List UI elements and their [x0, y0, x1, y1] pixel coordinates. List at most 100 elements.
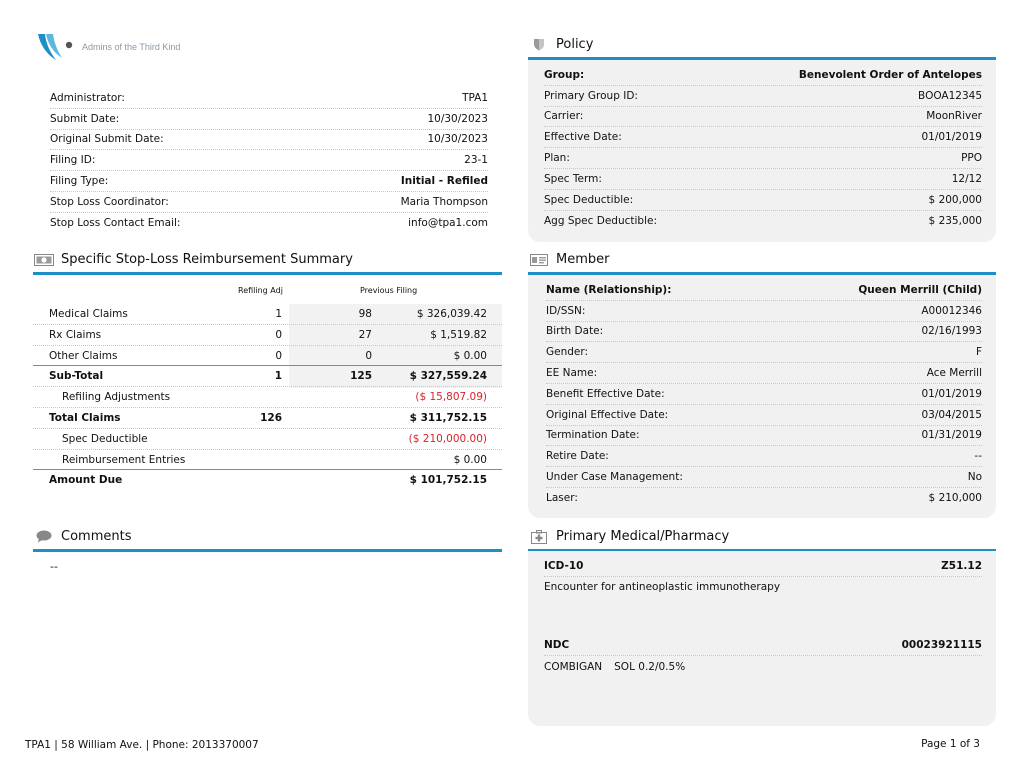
- filing-value[interactable]: info@tpa1.com: [408, 217, 488, 229]
- member-label: ID/SSN:: [546, 304, 586, 317]
- summary-row-previous-filing: 27: [358, 328, 372, 341]
- summary-row-label: Other Claims: [49, 349, 118, 362]
- summary-row-amount: ($ 15,807.09): [415, 391, 487, 404]
- member-row: Under Case Management: No: [546, 467, 982, 488]
- member-label: Name (Relationship):: [546, 283, 672, 296]
- member-label: EE Name:: [546, 367, 598, 380]
- member-row: Termination Date: 01/31/2019: [546, 426, 982, 447]
- summary-row-amount: $ 1,519.82: [430, 328, 487, 341]
- summary-row: Other Claims 0 0 $ 0.00: [33, 346, 502, 367]
- member-row: ID/SSN: A00012346: [546, 301, 982, 322]
- summary-row: Reimbursement Entries $ 0.00: [33, 450, 502, 471]
- policy-label: Carrier:: [544, 110, 584, 123]
- filing-label: Original Submit Date:: [50, 133, 164, 146]
- policy-row: Carrier: MoonRiver: [544, 107, 982, 128]
- money-icon: [33, 253, 55, 266]
- policy-value: $ 200,000: [928, 193, 982, 206]
- page-number: Page 1 of 3: [921, 738, 980, 750]
- icd-description: Encounter for antineoplastic immunothera…: [544, 581, 781, 594]
- member-value: 01/01/2019: [921, 387, 982, 400]
- logo-text: Admins of the Third Kind: [82, 42, 181, 52]
- filing-row: Filing ID: 23-1: [50, 150, 488, 172]
- filing-value: 10/30/2023: [427, 133, 488, 146]
- speech-bubble-icon: [33, 530, 55, 543]
- summary-row-label: Sub-Total: [49, 370, 104, 383]
- summary-table-body: Medical Claims 1 98 $ 326,039.42 Rx Claims 0 2…: [33, 304, 502, 491]
- summary-row: Total Claims 126 $ 311,752.15: [33, 408, 502, 429]
- medical-header: Primary Medical/Pharmacy: [528, 524, 996, 552]
- member-value: A00012346: [921, 304, 982, 317]
- summary-row-amount: $ 0.00: [453, 349, 487, 362]
- member-row: Benefit Effective Date: 01/01/2019: [546, 384, 982, 405]
- summary-row: Amount Due $ 101,752.15: [33, 470, 502, 491]
- summary-title: Specific Stop-Loss Reimbursement Summary: [61, 252, 353, 267]
- summary-row-label: Medical Claims: [49, 308, 128, 320]
- filing-value: 10/30/2023: [427, 112, 488, 125]
- member-label: Laser:: [546, 492, 578, 505]
- member-value: Queen Merrill (Child): [858, 283, 982, 296]
- summary-row-label: Reimbursement Entries: [62, 453, 186, 466]
- ndc-code: 00023921115: [901, 639, 982, 652]
- col-refiling-adj: Refiling Adj: [238, 286, 283, 295]
- summary-row-refiling-adj: 0: [275, 328, 282, 341]
- policy-label: Effective Date:: [544, 131, 622, 144]
- filing-label: Stop Loss Contact Email:: [50, 217, 181, 230]
- filing-row: Filing Type: Initial - Refiled: [50, 171, 488, 192]
- id-card-icon: [528, 253, 550, 266]
- summary-row-amount: $ 0.00: [453, 453, 487, 466]
- medical-content: ICD-10 Z51.12 Encounter for antineoplast…: [544, 556, 982, 677]
- summary-table: Refiling Adj Previous Filing Medical Cla…: [33, 282, 502, 491]
- member-value: 03/04/2015: [921, 408, 982, 421]
- filing-value: Initial - Refiled: [400, 175, 488, 188]
- comments-title: Comments: [61, 529, 132, 544]
- summary-row-amount: $ 311,752.15: [409, 411, 487, 424]
- member-value: 01/31/2019: [921, 429, 982, 442]
- policy-label: Spec Term:: [544, 172, 602, 185]
- filing-label: Administrator:: [50, 91, 125, 104]
- summary-row-label: Refiling Adjustments: [62, 391, 171, 404]
- summary-row-previous-filing: 98: [358, 308, 372, 320]
- filing-row: Administrator: TPA1: [50, 88, 488, 109]
- policy-label: Group:: [544, 68, 585, 81]
- ndc-drug-form: SOL 0.2/0.5%: [614, 660, 686, 673]
- summary-row: Rx Claims 0 27 $ 1,519.82: [33, 325, 502, 346]
- policy-value: PPO: [961, 152, 982, 165]
- member-value: No: [967, 471, 982, 484]
- summary-row: Medical Claims 1 98 $ 326,039.42: [33, 304, 502, 325]
- member-title: Member: [556, 252, 610, 267]
- filing-label: Filing Type:: [50, 175, 109, 188]
- shield-icon: [528, 38, 550, 51]
- filing-value: TPA1: [462, 91, 488, 104]
- member-label: Birth Date:: [546, 325, 604, 338]
- filing-row: Stop Loss Coordinator: Maria Thompson: [50, 192, 488, 213]
- comments-header: Comments: [33, 524, 502, 552]
- summary-row-label: Spec Deductible: [62, 432, 148, 445]
- icd-desc-row: Encounter for antineoplastic immunothera…: [544, 577, 982, 598]
- policy-row: Spec Term: 12/12: [544, 169, 982, 190]
- member-label: Termination Date:: [546, 429, 640, 442]
- policy-value: $ 235,000: [928, 214, 982, 227]
- summary-row-label: Total Claims: [49, 411, 121, 424]
- filing-label: Stop Loss Coordinator:: [50, 195, 169, 208]
- summary-row-amount: $ 327,559.24: [409, 370, 487, 383]
- policy-label: Primary Group ID:: [544, 89, 638, 102]
- policy-row: Primary Group ID: BOOA12345: [544, 86, 982, 107]
- member-panel: Name (Relationship): Queen Merrill (Child…: [528, 275, 996, 518]
- member-value: --: [974, 450, 982, 463]
- summary-row: Spec Deductible ($ 210,000.00): [33, 429, 502, 450]
- policy-panel: Group: Benevolent Order of Antelopes Prima…: [528, 60, 996, 242]
- policy-title: Policy: [556, 37, 594, 52]
- ndc-row: NDC 00023921115: [544, 636, 982, 657]
- summary-row: Refiling Adjustments ($ 15,807.09): [33, 387, 502, 408]
- policy-header: Policy: [528, 32, 996, 60]
- policy-list: Group: Benevolent Order of Antelopes Prima…: [544, 65, 982, 231]
- member-row: Name (Relationship): Queen Merrill (Child…: [546, 280, 982, 301]
- summary-row-previous-filing: 0: [365, 349, 372, 362]
- ndc-drug-name: COMBIGAN: [544, 660, 603, 673]
- ndc-label: NDC: [544, 639, 570, 652]
- policy-row: Group: Benevolent Order of Antelopes: [544, 65, 982, 86]
- company-logo: Admins of the Third Kind: [36, 32, 180, 62]
- policy-row: Spec Deductible: $ 200,000: [544, 190, 982, 211]
- medical-kit-icon: [528, 529, 550, 544]
- member-label: Original Effective Date:: [546, 408, 669, 421]
